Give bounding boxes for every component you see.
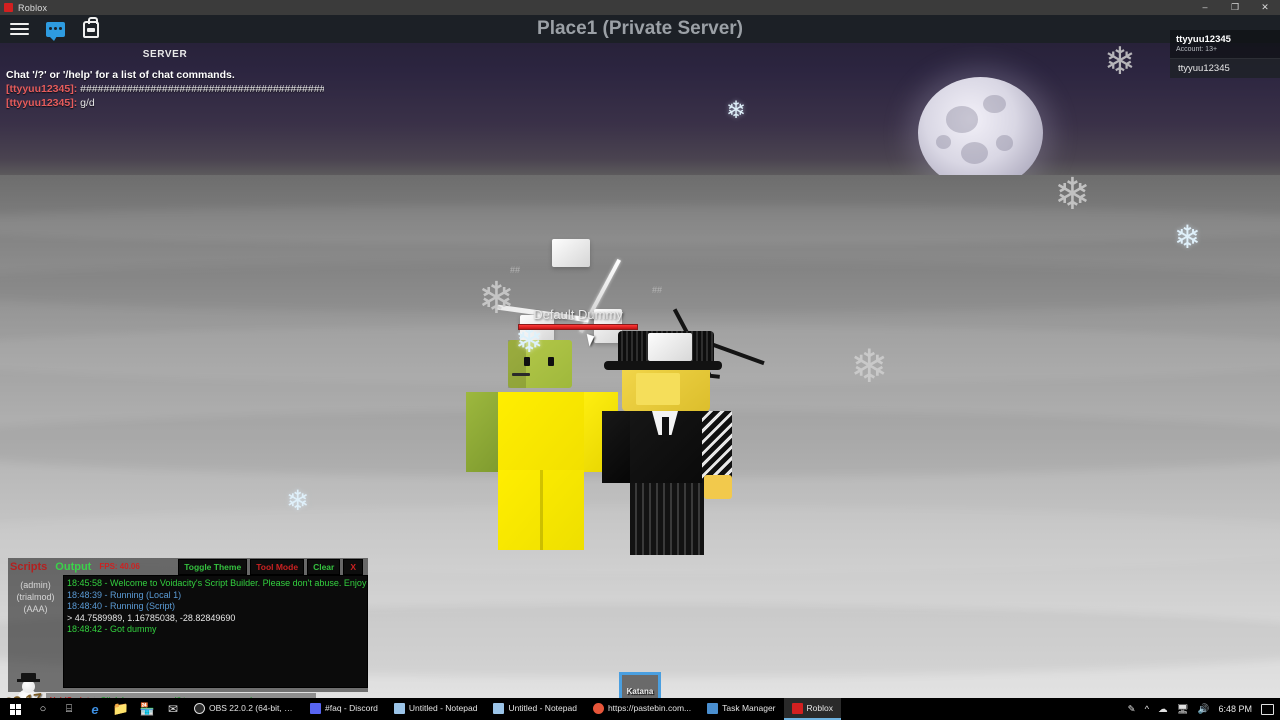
edge-icon[interactable]: e [82,698,108,720]
snowflake-particle: ❄ [1174,219,1201,255]
search-icon[interactable]: ○ [30,698,56,720]
hotbar-item-label: Katana [626,686,654,696]
moon [918,77,1043,189]
output-console[interactable]: 18:45:58 - Welcome to Voidacity's Script… [63,575,368,688]
dummy-nameplate: Default Dummy [505,307,651,330]
close-button[interactable]: ✕ [1250,0,1280,15]
output-line: 18:48:39 - Running (Local 1) [67,589,182,600]
snowflake-particle: ❄ [286,485,310,516]
taskbar-app-roblox[interactable]: Roblox [783,698,841,720]
player-list-item[interactable]: ttyyuu12345 [1170,58,1280,78]
window-controls: – ❐ ✕ [1190,0,1280,15]
snowman-icon: 32.17 [3,673,50,698]
windows-start-icon[interactable] [0,698,30,720]
snowflake-particle: ❄ [1054,170,1091,219]
roblox-icon [791,702,803,714]
chevron-up-icon[interactable]: ^ [1145,704,1149,715]
output-line: 18:48:42 - Got dummy [67,624,157,634]
onedrive-icon[interactable]: ☁ [1158,704,1168,715]
floating-block [552,239,590,267]
taskbar-app-task-manager[interactable]: Task Manager [699,698,783,720]
taskbar-app-obs[interactable]: OBS 22.0.2 (64-bit, wi... [186,698,302,720]
local-player-name: ttyyuu12345 [1176,34,1231,45]
toggle-theme-button[interactable]: Toggle Theme [178,558,248,575]
taskbar-app-notepad-1[interactable]: Untitled - Notepad [386,698,486,720]
tool-mode-button[interactable]: Tool Mode [250,558,305,575]
chat-message: [ttyyuu12345]: #########################… [6,83,324,95]
chat-tab-bar: SERVER [0,43,330,64]
explorer-icon[interactable]: 📁 [108,698,134,720]
script-builder-header: Scripts Output FPS: 40.06 Toggle Theme T… [8,558,368,575]
player-character-noob: ❄ [466,324,620,555]
snowflake-particle: ❄ [726,97,747,124]
system-tray: ✎ ^ ☁ 🖥 🔊 6:48 PM [1128,703,1280,715]
roblox-app-icon [4,3,13,12]
maximize-button[interactable]: ❐ [1220,0,1250,15]
roblox-game-window: Roblox – ❐ ✕ ## ## Default Dummy ❄ ❄ ❄ ❄… [0,0,1280,720]
output-line: 18:48:40 - Running (Script) [67,601,176,611]
window-title: Roblox [18,2,48,13]
snowflake-particle: ❄ [850,340,889,392]
dummy-health-bar [518,324,638,330]
chat-bubble-icon[interactable] [44,18,66,41]
pen-icon[interactable]: ✎ [1128,704,1136,715]
roblox-topbar: Place1 (Private Server) [0,15,1280,43]
minimize-button[interactable]: – [1190,0,1220,15]
rank-item: (AAA) [23,604,48,614]
notepad-icon [393,702,405,714]
chat-message: [ttyyuu12345]: g/d [6,97,95,109]
rank-item: (admin) [20,580,51,590]
rank-list: (admin) (trialmod) (AAA) [8,575,63,688]
window-titlebar: Roblox – ❐ ✕ [0,0,1280,15]
script-builder-panel: Scripts Output FPS: 40.06 Toggle Theme T… [8,558,368,692]
backpack-icon[interactable] [80,16,102,40]
chat-message: Chat '/?' or '/help' for a list of chat … [6,69,235,81]
clock[interactable]: 6:48 PM [1218,704,1252,714]
action-center-icon[interactable] [1261,703,1274,715]
dummy-name-label: Default Dummy [533,307,623,322]
discord-icon [310,702,321,714]
player-list: ttyyuu12345 Account: 13+ ttyyuu12345 [1170,30,1280,78]
fps-counter: FPS: 40.06 [99,562,140,571]
player-character-suit [602,327,738,555]
taskbar-app-chrome[interactable]: https://pastebin.com... [585,698,699,720]
tab-output[interactable]: Output [55,561,91,573]
task-manager-icon [707,702,719,714]
chat-tab-server[interactable]: SERVER [135,48,196,61]
account-age-label: Account: 13+ [1176,46,1218,53]
obs-icon [194,702,205,714]
volume-icon[interactable]: 🔊 [1198,704,1210,715]
snowflake-particle: ❄ [1104,41,1136,83]
hamburger-icon[interactable] [8,18,30,40]
store-icon[interactable]: 🏪 [134,698,160,720]
mail-icon[interactable]: ✉ [160,698,186,720]
tab-scripts[interactable]: Scripts [10,561,47,573]
rank-item: (trialmod) [16,592,55,602]
clear-button[interactable]: Clear [307,558,341,575]
player-list-header: ttyyuu12345 Account: 13+ [1170,30,1280,58]
task-view-icon[interactable]: ⌸ [56,698,82,720]
taskbar-app-notepad-2[interactable]: Untitled - Notepad [485,698,585,720]
network-icon[interactable]: 🖥 [1177,704,1189,715]
output-line: 18:45:58 - Welcome to Voidacity's Script… [67,578,368,588]
close-panel-button[interactable]: X [343,558,363,575]
windows-taskbar: ○ ⌸ e 📁 🏪 ✉ OBS 22.0.2 (64-bit, wi... #f… [0,698,1280,720]
output-line: > 44.7589989, 1.16785038, -28.82849690 [67,612,236,623]
chat-window: SERVER Chat '/?' or '/help' for a list o… [0,43,330,116]
chrome-icon [592,702,604,714]
taskbar-app-discord[interactable]: #faq - Discord [302,698,386,720]
chat-message-list: Chat '/?' or '/help' for a list of chat … [0,64,330,116]
hotbar-slot-1[interactable]: Katana [619,672,661,698]
notepad-icon [493,702,505,714]
game-viewport[interactable]: ## ## Default Dummy ❄ ❄ ❄ ❄ ❄ ❄ ❄ ❄ Plac… [0,15,1280,698]
